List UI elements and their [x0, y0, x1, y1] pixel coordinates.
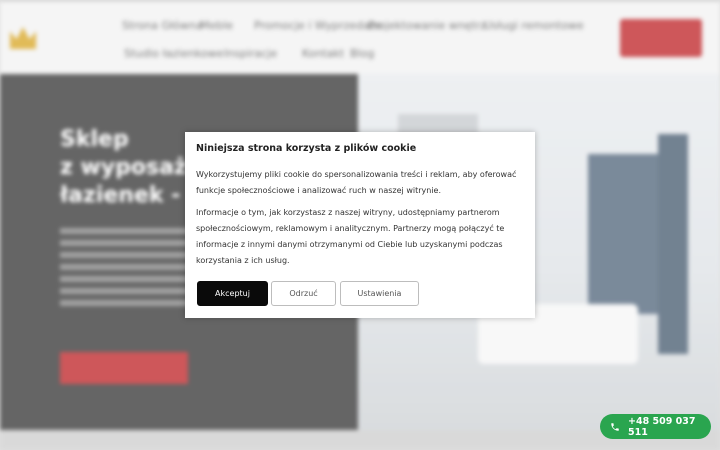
cookie-consent-dialog: Niniejsza strona korzysta z plików cooki… [185, 132, 535, 318]
cookie-dialog-title: Niniejsza strona korzysta z plików cooki… [196, 143, 417, 154]
phone-icon [610, 422, 620, 432]
cookie-settings-button[interactable]: Ustawienia [340, 281, 419, 306]
cookie-dialog-text-2: Informacje o tym, jak korzystasz z nasze… [196, 208, 505, 265]
phone-number: +48 509 037 511 [628, 415, 696, 438]
phone-call-button[interactable]: +48 509 037 511 [600, 414, 711, 439]
cookie-dialog-text-1: Wykorzystujemy pliki cookie do spersonal… [196, 170, 517, 195]
reject-cookies-button[interactable]: Odrzuć [271, 281, 336, 306]
accept-cookies-button[interactable]: Akceptuj [197, 281, 268, 306]
